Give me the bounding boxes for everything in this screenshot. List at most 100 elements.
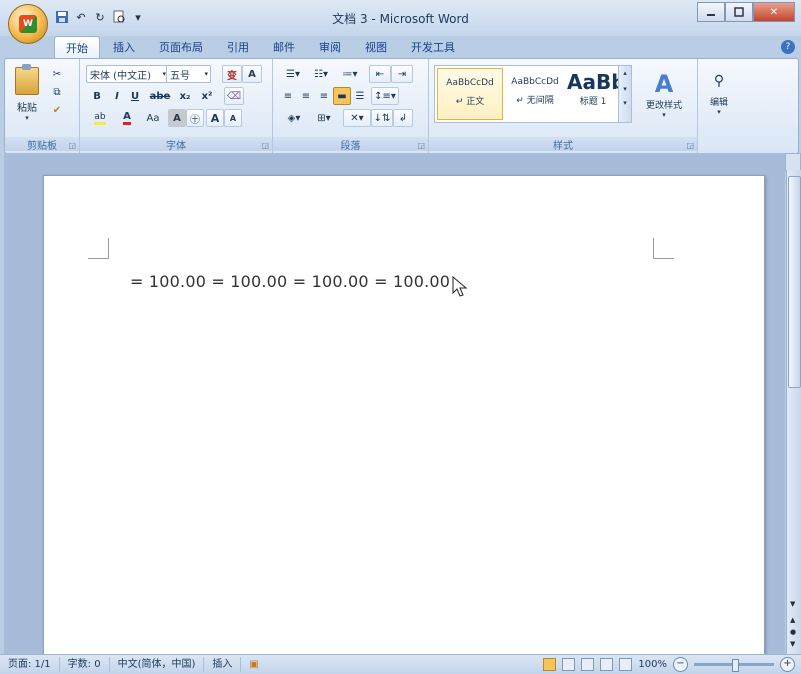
tab-review[interactable]: 审阅 [308,36,352,58]
outline-view-button[interactable] [600,658,614,671]
tab-view[interactable]: 视图 [354,36,398,58]
cut-button[interactable]: ✂ [47,65,67,83]
scroll-down-icon[interactable]: ▼ [790,600,795,608]
increase-indent-button[interactable]: ⇥ [391,65,413,83]
shading-button[interactable]: ◈▾ [279,109,309,127]
highlight-button[interactable]: ab [86,109,114,127]
show-marks-button[interactable]: ↲ [393,109,413,127]
tab-developer[interactable]: 开发工具 [400,36,466,58]
vertical-scroll-thumb[interactable] [788,176,801,388]
font-size-combo[interactable]: 五号 ▾ [166,65,211,83]
bullets-button[interactable]: ☰▾ [279,65,307,83]
office-button[interactable]: W [8,4,48,44]
styles-launcher-icon[interactable]: ◲ [686,141,694,150]
style-no-spacing[interactable]: AaBbCcDd ↵ 无间隔 [503,68,567,118]
distributed-button[interactable]: ☰ [351,87,369,105]
gallery-up-icon[interactable]: ▴ [619,69,631,77]
bold-button[interactable]: B [88,87,106,105]
ribbon-tabs: 开始 插入 页面布局 引用 邮件 审阅 视图 开发工具 [54,36,466,59]
align-left-button[interactable]: ≡ [279,87,297,105]
chinese-layout-icon: ✕▾ [350,112,364,124]
gallery-down-icon[interactable]: ▾ [619,85,631,93]
highlight-icon: ab [94,112,106,125]
font-launcher-icon[interactable]: ◲ [261,141,269,150]
font-name-combo[interactable]: 宋体 (中文正) ▾ [86,65,169,83]
paragraph-group: ☰▾ ☷▾ ≔▾ ⇤ ⇥ ≡ ≡ ≡ ▬ ☰ ↕≡▾ ◈▾ ⊞▾ ✕▾ ↓⇅ ↲… [273,59,429,153]
status-word-count[interactable]: 字数: 0 [60,657,110,672]
style-heading-1-sample: AaBb [567,70,619,94]
zoom-slider[interactable] [694,659,774,672]
shrink-font-button[interactable]: A [224,109,242,127]
decrease-indent-button[interactable]: ⇤ [369,65,391,83]
borders-button[interactable]: ⊞▾ [309,109,339,127]
status-insert-mode[interactable]: 插入 [204,657,242,672]
zoom-in-button[interactable]: + [780,657,795,672]
strikethrough-button[interactable]: abe [146,87,174,105]
status-page[interactable]: 页面: 1/1 [0,657,60,672]
change-case-aa-button[interactable]: Aa [140,109,166,127]
editing-button[interactable]: ⚲ 编辑 ▾ [702,65,736,123]
next-page-icon[interactable]: ▼ [790,640,795,648]
align-right-button[interactable]: ≡ [315,87,333,105]
subscript-button[interactable]: x₂ [174,87,196,105]
tab-home[interactable]: 开始 [54,36,100,59]
style-no-spacing-name: ↵ 无间隔 [516,96,554,106]
enclose-characters-button[interactable]: ㊉ [186,109,204,127]
draft-view-button[interactable] [619,658,633,671]
vertical-scrollbar[interactable]: ▼ ▲ ● ▼ [786,170,801,654]
change-case-button[interactable]: 变 [222,65,242,83]
editing-dropdown-icon: ▾ [717,107,721,116]
copy-button[interactable]: ⧉ [47,83,67,101]
paste-button[interactable]: 粘贴 ▾ [9,63,45,123]
paste-label: 粘贴 [17,102,37,114]
zoom-slider-thumb[interactable] [732,659,739,672]
grow-font-button[interactable]: A [206,109,224,127]
styles-gallery-scroll[interactable]: ▴ ▾ ▾ [618,66,631,122]
clear-formatting-button[interactable]: ⌫ [224,87,244,105]
clipboard-launcher-icon[interactable]: ◲ [68,141,76,150]
prev-page-icon[interactable]: ▲ [790,616,795,624]
character-border-button[interactable]: A [242,65,262,83]
italic-button[interactable]: I [108,87,126,105]
multilevel-list-button[interactable]: ≔▾ [335,65,365,83]
line-spacing-button[interactable]: ↕≡▾ [371,87,399,105]
document-text[interactable]: = 100.00 = 100.00 = 100.00 = 100.00 [130,272,450,291]
status-language[interactable]: 中文(简体，中国) [110,657,205,672]
character-shading-button[interactable]: A [168,109,186,127]
close-button[interactable]: ✕ [753,2,795,22]
zoom-level[interactable]: 100% [638,659,667,670]
style-heading-1[interactable]: AaBb 标题 1 [567,68,619,118]
font-group: 宋体 (中文正) ▾ 五号 ▾ 变 A B I U abe x₂ x² ⌫ ab… [80,59,273,153]
full-screen-reading-view-button[interactable] [562,658,576,671]
font-color-button[interactable]: A [114,109,140,127]
superscript-button[interactable]: x² [196,87,218,105]
underline-button[interactable]: U [126,87,144,105]
window-title: 文档 3 - Microsoft Word [332,12,469,26]
numbering-button[interactable]: ☷▾ [307,65,335,83]
tab-references[interactable]: 引用 [216,36,260,58]
style-normal[interactable]: AaBbCcDd ↵ 正文 [437,68,503,120]
margin-corner-top-left [88,238,109,259]
tab-insert[interactable]: 插入 [102,36,146,58]
format-painter-button[interactable]: ✔ [47,101,67,119]
help-icon[interactable]: ? [781,40,795,54]
zoom-out-button[interactable]: − [673,657,688,672]
tab-page-layout[interactable]: 页面布局 [148,36,214,58]
change-styles-button[interactable]: A 更改样式 ▾ [637,63,691,125]
minimize-button[interactable] [697,2,725,22]
ribbon: 粘贴 ▾ ✂ ⧉ ✔ 剪贴板 ◲ 宋体 (中文正) ▾ 五号 ▾ 变 A B I… [4,58,799,154]
line-spacing-icon: ↕≡▾ [374,90,396,102]
browse-object-icon[interactable]: ● [790,628,796,636]
paragraph-launcher-icon[interactable]: ◲ [417,141,425,150]
gallery-more-icon[interactable]: ▾ [619,99,631,107]
maximize-button[interactable] [725,2,753,22]
print-layout-view-button[interactable] [543,658,557,671]
tab-mailings[interactable]: 邮件 [262,36,306,58]
macro-record-icon[interactable]: ▣ [241,657,266,672]
align-center-button[interactable]: ≡ [297,87,315,105]
chinese-layout-button[interactable]: ✕▾ [343,109,371,127]
web-layout-view-button[interactable] [581,658,595,671]
sort-button[interactable]: ↓⇅ [371,109,393,127]
view-ruler-button[interactable] [785,153,801,171]
justify-button[interactable]: ▬ [333,87,351,105]
